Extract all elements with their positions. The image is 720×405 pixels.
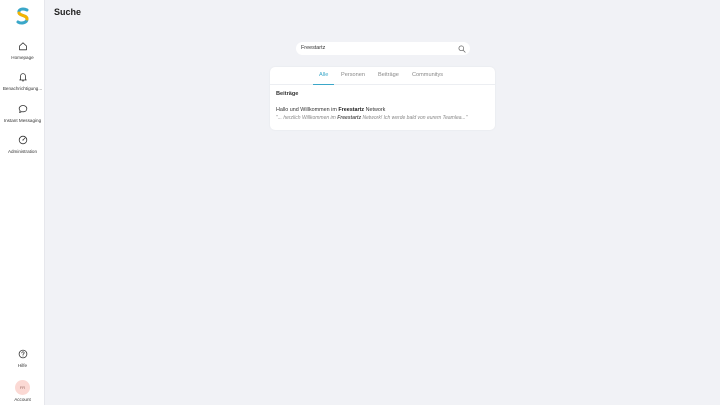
tab-communities[interactable]: Communitys	[412, 72, 443, 78]
avatar[interactable]: FR	[15, 380, 30, 395]
search-input-value[interactable]: Freestartz	[301, 45, 325, 51]
gauge-icon	[18, 135, 27, 145]
sidebar-item-help[interactable]: Hilfe	[0, 349, 45, 368]
result-title[interactable]: Hallo und Willkommen im Freestartz Netwo…	[276, 107, 491, 113]
result-snippet: "... herzlich Willkommen im Freestartz N…	[276, 115, 468, 121]
home-icon	[18, 42, 27, 51]
tab-people[interactable]: Personen	[341, 72, 365, 78]
app-logo[interactable]	[15, 7, 31, 25]
tab-all[interactable]: Alle	[319, 72, 328, 78]
tab-posts[interactable]: Beiträge	[378, 72, 399, 78]
sidebar-item-instant-messaging[interactable]: Instant Messaging	[0, 104, 45, 123]
search-results-card: Alle Personen Beiträge Communitys Beiträ…	[270, 67, 495, 130]
sidebar-item-label: Hilfe	[17, 363, 28, 368]
sidebar-item-label: Administration	[7, 149, 38, 154]
sidebar-item-label: Account	[14, 397, 31, 402]
search-input[interactable]: Freestartz	[296, 42, 470, 55]
sidebar-item-label: Benachrichtigung...	[2, 86, 43, 91]
question-circle-icon	[18, 349, 27, 359]
result-tabs: Alle Personen Beiträge Communitys	[270, 67, 495, 85]
page-title: Suche	[54, 7, 82, 17]
sidebar: Homepage Benachrichtigung... Instant Mes…	[0, 0, 45, 405]
active-tab-indicator	[313, 83, 334, 85]
list-item[interactable]: Hallo und Willkommen im Freestartz Netwo…	[276, 107, 491, 121]
search-icon[interactable]	[458, 45, 466, 53]
sidebar-item-label: Instant Messaging	[3, 118, 42, 123]
sidebar-item-account[interactable]: FR Account	[0, 380, 45, 402]
chat-icon	[18, 105, 27, 113]
sidebar-item-administration[interactable]: Administration	[0, 135, 45, 154]
sidebar-item-notifications[interactable]: Benachrichtigung...	[0, 72, 45, 91]
section-title-posts: Beiträge	[276, 91, 299, 97]
sidebar-item-label: Homepage	[11, 55, 34, 60]
bell-icon	[18, 73, 27, 82]
sidebar-item-homepage[interactable]: Homepage	[0, 41, 45, 60]
